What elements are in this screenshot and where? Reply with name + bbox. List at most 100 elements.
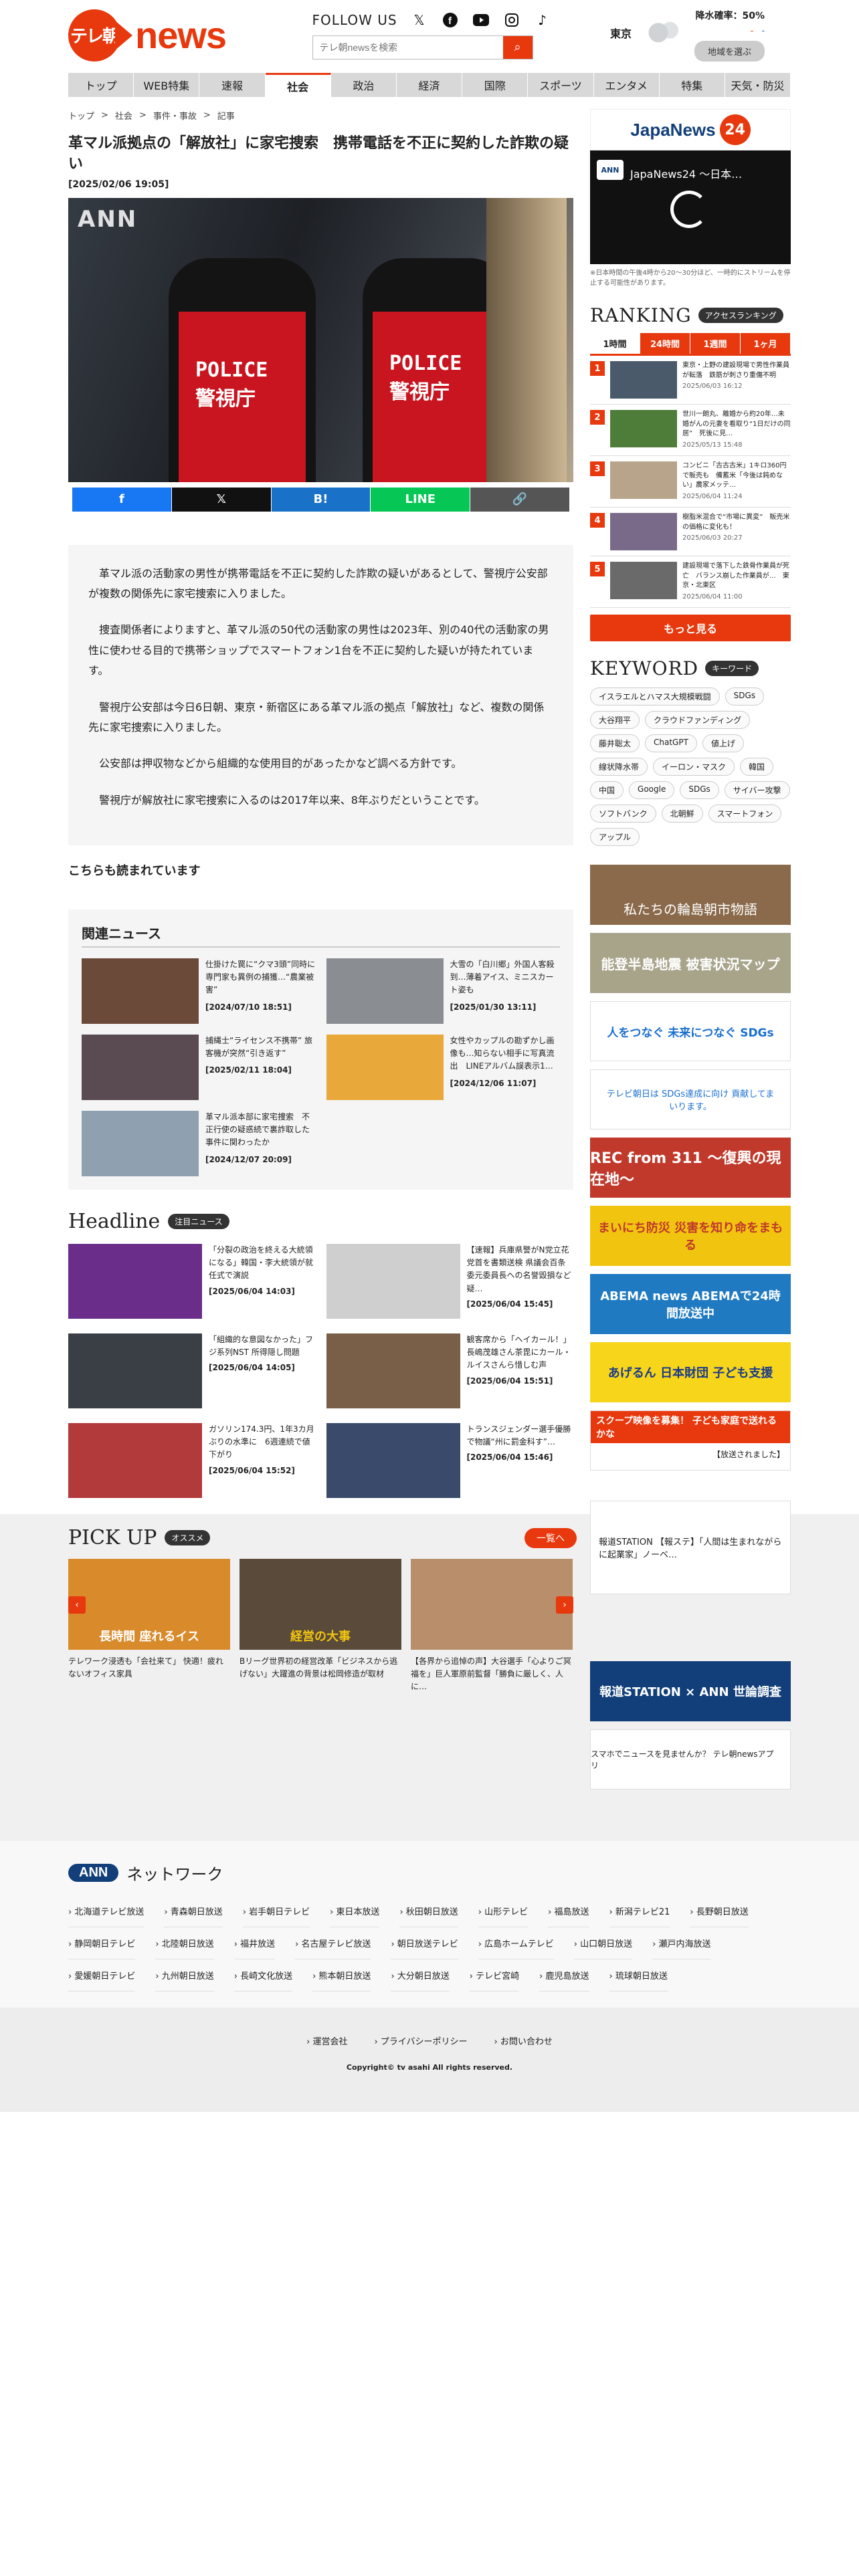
- carousel-next-button[interactable]: ›: [556, 1596, 573, 1614]
- ranking-item[interactable]: 5 建設現場で落下した鉄骨作業員が死亡 バランス崩した作業員が… 東京・北東区 20…: [590, 556, 791, 608]
- pickup-item[interactable]: 【各界から追悼の声】大谷選手「心よりご冥福を」巨人軍原前監督「勝負に厳しく、人に…: [411, 1559, 573, 1694]
- related-item[interactable]: 革マル派本部に家宅捜索 不正行使の疑惑続で裏詐取した事件に関わったか [2024/…: [82, 1111, 316, 1177]
- select-area-button[interactable]: 地域を選ぶ: [694, 41, 765, 62]
- hatena-share-button[interactable]: B!: [271, 487, 371, 512]
- keyword-tag[interactable]: イスラエルとハマス大規模戦闘: [590, 687, 720, 706]
- nav-item[interactable]: WEB特集: [134, 73, 200, 97]
- station-link[interactable]: 福井放送: [233, 1927, 276, 1959]
- station-link[interactable]: 秋田朝日放送: [399, 1895, 458, 1927]
- keyword-tag[interactable]: 中国: [590, 781, 624, 799]
- breadcrumb-item[interactable]: トップ: [68, 109, 94, 122]
- keyword-tag[interactable]: Google: [629, 781, 675, 799]
- station-link[interactable]: 静岡朝日テレビ: [68, 1927, 136, 1959]
- banner-rec311[interactable]: REC from 311 ～復興の現在地～: [590, 1138, 791, 1198]
- station-link[interactable]: 広島ホームテレビ: [478, 1927, 554, 1959]
- keyword-tag[interactable]: 値上げ: [702, 734, 744, 752]
- related-item[interactable]: 捕縄士“ライセンス不携帯” 旅客機が突然“引き返す” [2025/02/11 18…: [82, 1035, 316, 1101]
- station-link[interactable]: 鹿児島放送: [539, 1959, 589, 1992]
- headline-item[interactable]: 「分裂の政治を終える大統領になる」韓国・李大統領が就任式で演説 [2025/06/…: [68, 1244, 316, 1319]
- headline-item[interactable]: 「組織的な意図なかった」フジ系列NST 所得隠し問題 [2025/06/04 14…: [68, 1333, 316, 1409]
- banner-wajima[interactable]: 私たちの輪島朝市物語: [590, 865, 791, 925]
- carousel-prev-button[interactable]: ‹: [68, 1596, 86, 1614]
- keyword-tag[interactable]: 韓国: [740, 758, 774, 776]
- station-link[interactable]: 福島放送: [548, 1895, 589, 1927]
- facebook-icon[interactable]: f: [442, 11, 459, 29]
- headline-item[interactable]: トランスジェンダー選手優勝で物議“州に罰金科す”… [2025/06/04 15:…: [326, 1423, 574, 1499]
- pickup-item[interactable]: 経営の大事 Bリーグ世界初の経営改革「ビジネスから逃げない」大躍進の背景は松岡修造…: [240, 1559, 401, 1694]
- search-input[interactable]: [312, 35, 503, 59]
- nav-item[interactable]: 天気・防災: [725, 73, 791, 97]
- station-link[interactable]: 北海道テレビ放送: [68, 1895, 145, 1927]
- banner-scoop[interactable]: スクープ映像を募集！ 子ども家庭で送れるかな 【放送されました】: [590, 1410, 791, 1471]
- banner-agerun[interactable]: あげるん 日本財団 子ども支援: [590, 1342, 791, 1402]
- station-link[interactable]: 岩手朝日テレビ: [242, 1895, 310, 1927]
- banner-abema[interactable]: ABEMA news ABEMAで24時間放送中: [590, 1274, 791, 1334]
- keyword-tag[interactable]: 大谷翔平: [590, 711, 640, 729]
- site-logo[interactable]: テレ朝 news: [68, 9, 227, 62]
- more-button[interactable]: もっと見る: [590, 615, 791, 641]
- keyword-tag[interactable]: クラウドファンディング: [645, 711, 751, 729]
- nav-item[interactable]: 政治: [330, 73, 397, 97]
- live-video-player[interactable]: ANN JapaNews24 ～日本…: [590, 150, 791, 264]
- x-icon[interactable]: 𝕏: [411, 11, 428, 29]
- banner-bousai[interactable]: まいにち防災 災害を知り命をまもる: [590, 1206, 791, 1266]
- nav-item[interactable]: 速報: [199, 73, 266, 97]
- nav-item[interactable]: 経済: [396, 73, 463, 97]
- keyword-tag[interactable]: 藤井聡太: [590, 734, 640, 752]
- station-link[interactable]: 琉球朝日放送: [609, 1959, 668, 1992]
- nav-item-active[interactable]: 社会: [265, 73, 331, 97]
- related-item[interactable]: 仕掛けた罠に“クマ3頭”同時に 専門家も異例の捕獲…“農業被害” [2024/07…: [82, 958, 323, 1025]
- headline-item[interactable]: 観客席から「ヘイカール！」長嶋茂雄さん茶毘にカール・ルイスさんら惜しむ声 [202…: [326, 1333, 574, 1409]
- station-link[interactable]: 愛媛朝日テレビ: [68, 1959, 136, 1992]
- nav-item[interactable]: 国際: [462, 73, 529, 97]
- banner-app[interactable]: スマホでニュースを見ませんか？ テレ朝newsアプリ: [590, 1729, 791, 1790]
- related-item[interactable]: 大雪の「白川郷」外国人客殺到…薄着アイス、ミニスカート姿も [2025/01/30…: [326, 958, 561, 1025]
- nav-item[interactable]: エンタメ: [593, 73, 660, 97]
- banner-sdgs-tvasahi[interactable]: テレビ朝日は SDGs達成に向け 貢献してまいります。: [590, 1069, 791, 1130]
- ranking-tab[interactable]: 1ヶ月: [741, 333, 791, 354]
- keyword-tag[interactable]: ChatGPT: [645, 734, 697, 752]
- keyword-tag[interactable]: アップル: [590, 828, 640, 846]
- station-link[interactable]: テレビ宮崎: [469, 1959, 520, 1992]
- ranking-item[interactable]: 2 世川一朗丸、離婚から約20年…未婚がんの元妻を看取り“1日だけの同居” 死後に…: [590, 405, 791, 456]
- keyword-tag[interactable]: ソフトバンク: [590, 804, 656, 823]
- station-link[interactable]: 青森朝日放送: [164, 1895, 223, 1927]
- headline-item[interactable]: 【速報】兵庫県警がN党立花党首を書類送検 県議会百条委元委員長への名誉毀損など疑…: [326, 1244, 574, 1319]
- breadcrumb-item[interactable]: 事件・事故: [153, 109, 197, 122]
- station-link[interactable]: 長崎文化放送: [233, 1959, 293, 1992]
- youtube-icon[interactable]: [472, 11, 490, 29]
- station-link[interactable]: 東日本放送: [330, 1895, 380, 1927]
- tiktok-icon[interactable]: ♪: [534, 11, 551, 29]
- instagram-icon[interactable]: [503, 11, 520, 29]
- keyword-tag[interactable]: SDGs: [680, 781, 719, 799]
- banner-hodo-station[interactable]: 報道STATION 【報ステ】「人間は生まれながらに起業家」ノーベ…: [590, 1501, 791, 1595]
- banner-sdgs[interactable]: 人をつなぐ 未来につなぐ SDGs: [590, 1001, 791, 1061]
- banner-poll[interactable]: 報道STATION × ANN 世論調査: [590, 1661, 791, 1722]
- headline-item[interactable]: ガソリン174.3円、1年3カ月ぶりの水準に 6週連続で値下がり [2025/06…: [68, 1423, 316, 1499]
- ranking-tab[interactable]: 24時間: [640, 333, 690, 354]
- ranking-item[interactable]: 3 コンビニ「古古古米」1キロ360円で販売も 備蓄米「今後は鈍めない」農家メッテ…: [590, 456, 791, 508]
- footer-link[interactable]: 運営会社: [306, 2034, 347, 2047]
- station-link[interactable]: 九州朝日放送: [155, 1959, 214, 1992]
- station-link[interactable]: 熊本朝日放送: [312, 1959, 371, 1992]
- copy-link-button[interactable]: 🔗: [470, 487, 569, 512]
- station-link[interactable]: 朝日放送テレビ: [391, 1927, 458, 1959]
- footer-link[interactable]: プライバシーポリシー: [374, 2034, 468, 2047]
- ranking-tab[interactable]: 1時間: [590, 333, 640, 354]
- nav-item[interactable]: トップ: [68, 73, 134, 97]
- ranking-tab[interactable]: 1週間: [690, 333, 741, 354]
- station-link[interactable]: 山形テレビ: [478, 1895, 529, 1927]
- breadcrumb-item[interactable]: 社会: [115, 109, 132, 122]
- keyword-tag[interactable]: 北朝鮮: [661, 804, 703, 823]
- nav-item[interactable]: スポーツ: [528, 73, 594, 97]
- line-share-button[interactable]: LINE: [371, 487, 470, 512]
- station-link[interactable]: 大分朝日放送: [391, 1959, 450, 1992]
- japanews24-logo[interactable]: JapaNews 24: [590, 109, 791, 150]
- x-share-button[interactable]: 𝕏: [171, 487, 271, 512]
- related-item[interactable]: 女性やカップルの勘ずかし画像も…知らない相手に写真流出 LINEアルバム誤表示1…: [326, 1035, 561, 1101]
- keyword-tag[interactable]: 線状降水帯: [590, 758, 648, 776]
- nav-item[interactable]: 特集: [659, 73, 725, 97]
- pickup-item[interactable]: 長時間 座れるイス テレワーク浸透も「会社来て」 快適！疲れないオフィス家具: [68, 1559, 230, 1694]
- station-link[interactable]: 新潟テレビ21: [609, 1895, 670, 1927]
- station-link[interactable]: 瀬戸内海放送: [652, 1927, 711, 1959]
